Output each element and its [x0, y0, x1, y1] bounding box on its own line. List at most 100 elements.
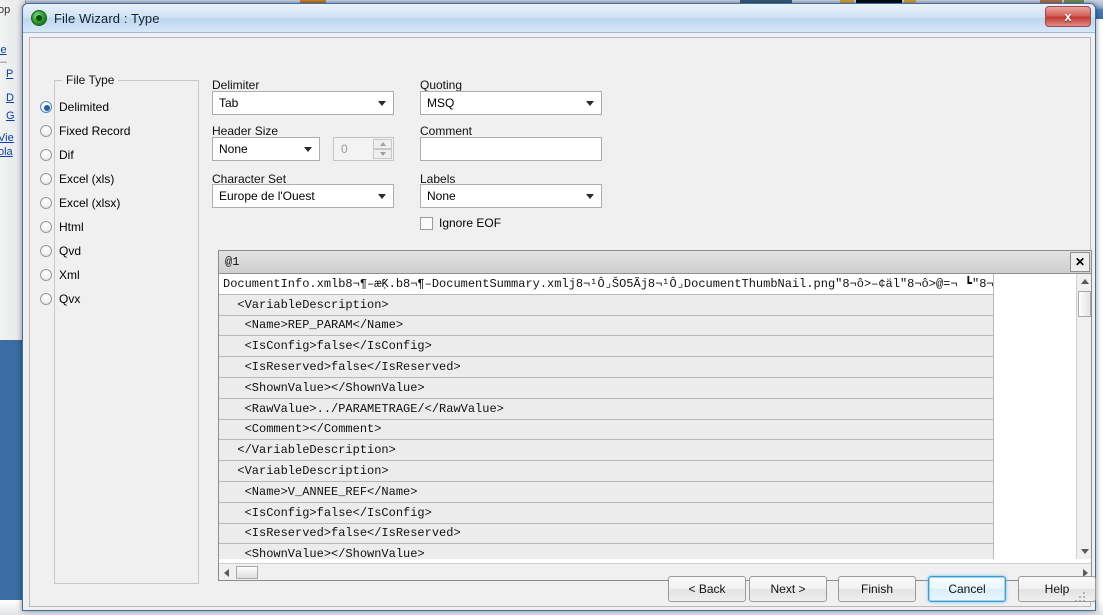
chevron-down-icon	[586, 101, 594, 106]
radio-xml[interactable]: Xml	[40, 266, 80, 284]
table-row[interactable]: <IsReserved>false</IsReserved>	[219, 523, 993, 545]
vertical-scroll-thumb[interactable]	[1078, 291, 1091, 317]
character-set-select[interactable]: Europe de l'Ouest	[212, 184, 394, 208]
radio-label-fixed-record: Fixed Record	[59, 124, 131, 138]
radio-label-dif: Dif	[59, 148, 74, 162]
table-row[interactable]: <Name>REP_PARAM</Name>	[219, 315, 993, 337]
table-row[interactable]: <IsReserved>false</IsReserved>	[219, 357, 993, 378]
grid-body: DocumentInfo.xmlb8¬¶–æƘ̣.b8¬¶–DocumentSu…	[219, 274, 993, 559]
character-set-value: Europe de l'Ouest	[219, 189, 315, 203]
table-row[interactable]: <VariableDescription>	[219, 461, 993, 482]
labels-select[interactable]: None	[420, 184, 602, 208]
radio-label-xml: Xml	[59, 268, 80, 282]
stepper-down-icon[interactable]	[373, 149, 392, 159]
radio-html[interactable]: Html	[40, 218, 84, 236]
scroll-down-icon[interactable]	[1077, 544, 1091, 559]
scroll-up-icon[interactable]	[1077, 274, 1091, 289]
radio-label-excel-xlsx: Excel (xlsx)	[59, 196, 121, 210]
next-button[interactable]: Next >	[749, 576, 827, 602]
header-size-label: Header Size	[212, 124, 279, 138]
table-row[interactable]: <Name>V_ANNEE_REF</Name>	[219, 481, 993, 503]
radio-label-qvd: Qvd	[59, 244, 82, 258]
background-link-fragment[interactable]: Vie	[0, 132, 20, 144]
table-row[interactable]: DocumentInfo.xmlb8¬¶–æƘ̣.b8¬¶–DocumentSu…	[219, 274, 993, 295]
background-link-fragment[interactable]: ola	[0, 146, 20, 158]
file-wizard-dialog: File Wizard : Type x File Type Delimited…	[22, 3, 1096, 611]
radio-qvx[interactable]: Qvx	[40, 290, 80, 308]
table-row[interactable]: </VariableDescription>	[219, 440, 993, 462]
ignore-eof-checkbox-row[interactable]: Ignore EOF	[420, 216, 501, 230]
delimiter-value: Tab	[219, 96, 239, 110]
grid-empty-area	[993, 274, 1078, 559]
ignore-eof-checkbox[interactable]	[420, 216, 433, 230]
header-size-value: None	[219, 142, 248, 156]
radio-indicator-excel-xls	[40, 173, 52, 185]
stepper-buttons[interactable]	[373, 139, 392, 159]
radio-indicator-qvd	[40, 245, 52, 257]
radio-excel-xls[interactable]: Excel (xls)	[40, 170, 114, 188]
quoting-select[interactable]: MSQ	[420, 91, 602, 115]
file-preview-grid: @1 ✕ DocumentInfo.xmlb8¬¶–æƘ̣.b8¬¶–Docum…	[218, 250, 1092, 581]
table-row[interactable]: <VariableDescription>	[219, 294, 993, 316]
radio-delimited[interactable]: Delimited	[40, 98, 109, 116]
radio-label-html: Html	[59, 220, 84, 234]
chevron-down-icon	[378, 101, 386, 106]
table-row[interactable]: <ShownValue></ShownValue>	[219, 544, 993, 559]
radio-excel-xlsx[interactable]: Excel (xlsx)	[40, 194, 120, 212]
radio-label-qvx: Qvx	[59, 292, 81, 306]
finish-button[interactable]: Finish	[838, 576, 916, 602]
grid-header-row: @1 ✕	[219, 251, 1091, 274]
header-size-select[interactable]: None	[212, 137, 320, 161]
close-window-button[interactable]: x	[1045, 6, 1091, 27]
table-row[interactable]: <ShownValue></ShownValue>	[219, 377, 993, 399]
radio-label-delimited: Delimited	[59, 100, 110, 114]
table-row[interactable]: <RawValue>../PARAMETRAGE/</RawValue>	[219, 398, 993, 420]
comment-input[interactable]	[420, 137, 602, 161]
background-link-fragment[interactable]: G	[6, 110, 22, 122]
back-button[interactable]: < Back	[668, 576, 746, 602]
file-type-group: File Type	[54, 73, 199, 584]
background-text-fragment: —	[0, 56, 18, 68]
dialog-title-bar[interactable]: File Wizard : Type x	[23, 4, 1095, 33]
header-size-stepper-value: 0	[341, 142, 348, 156]
radio-indicator-delimited	[40, 101, 52, 113]
ignore-eof-label: Ignore EOF	[439, 216, 502, 230]
table-row[interactable]: <Comment></Comment>	[219, 419, 993, 441]
chevron-down-icon	[304, 147, 312, 152]
delimiter-label: Delimiter	[212, 78, 260, 92]
delimiter-select[interactable]: Tab	[212, 91, 394, 115]
close-column-icon[interactable]: ✕	[1070, 252, 1090, 272]
comment-label: Comment	[420, 124, 473, 138]
radio-dif[interactable]: Dif	[40, 146, 74, 164]
column-header-at1[interactable]: @1	[219, 255, 239, 269]
cancel-button[interactable]: Cancel	[928, 576, 1006, 602]
background-text-fragment: op	[0, 4, 11, 16]
background-link-fragment[interactable]: D	[6, 92, 22, 104]
radio-indicator-html	[40, 221, 52, 233]
preview-vertical-scrollbar[interactable]	[1076, 274, 1091, 559]
table-row[interactable]: <IsConfig>false</IsConfig>	[219, 336, 993, 358]
file-type-group-label: File Type	[62, 73, 119, 87]
header-size-stepper[interactable]: 0	[333, 137, 394, 161]
quoting-value: MSQ	[427, 96, 455, 110]
chevron-down-icon	[378, 194, 386, 199]
radio-fixed-record[interactable]: Fixed Record	[40, 122, 130, 140]
radio-label-excel-xls: Excel (xls)	[59, 172, 115, 186]
chevron-down-icon	[586, 194, 594, 199]
background-link-fragment[interactable]: P	[6, 68, 22, 80]
radio-indicator-dif	[40, 149, 52, 161]
dialog-client-area: File Type Delimited Fixed Record Dif Exc…	[29, 37, 1096, 607]
radio-indicator-qvx	[40, 293, 52, 305]
dialog-title: File Wizard : Type	[54, 10, 160, 26]
horizontal-scroll-thumb[interactable]	[236, 566, 258, 579]
table-row[interactable]: <IsConfig>false</IsConfig>	[219, 502, 993, 524]
radio-qvd[interactable]: Qvd	[40, 242, 81, 260]
stepper-up-icon[interactable]	[373, 139, 392, 149]
labels-value: None	[427, 189, 456, 203]
radio-indicator-fixed-record	[40, 125, 52, 137]
background-link-fragment[interactable]: ie	[0, 44, 20, 56]
background-right-strip	[1096, 19, 1103, 615]
radio-indicator-excel-xlsx	[40, 197, 52, 209]
scroll-left-icon[interactable]	[219, 565, 234, 580]
resize-grip[interactable]	[1074, 591, 1086, 603]
